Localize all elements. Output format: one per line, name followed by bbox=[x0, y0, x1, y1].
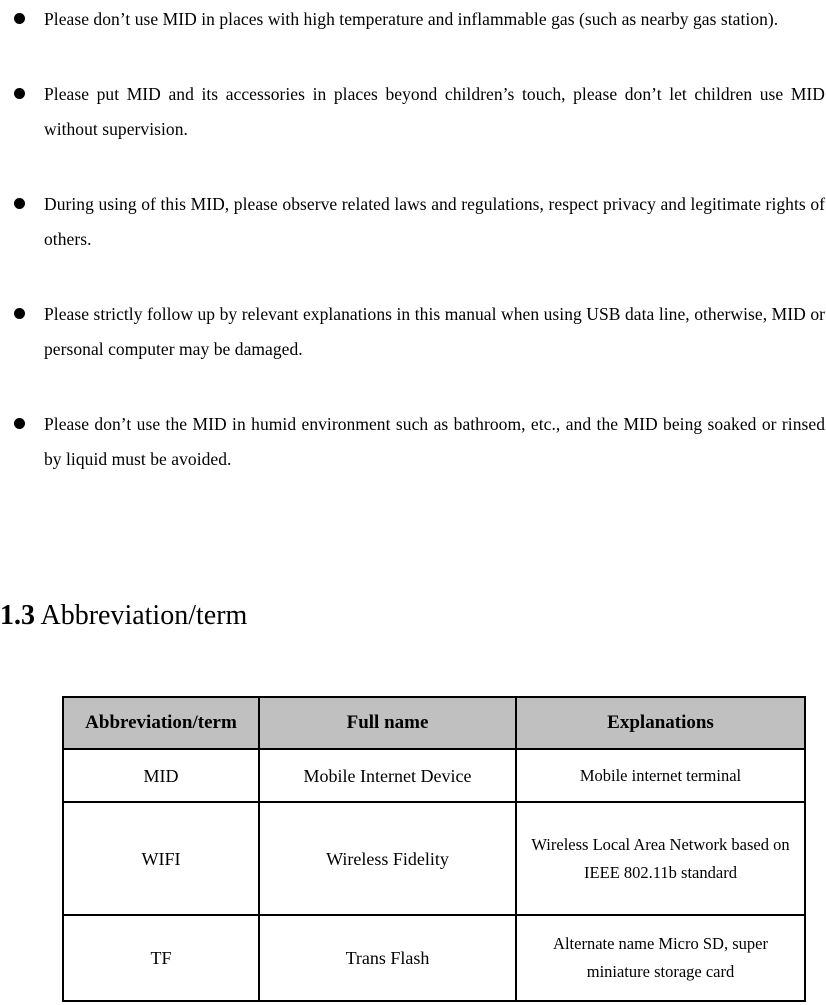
list-item: Please put MID and its accessories in pl… bbox=[0, 77, 826, 147]
bullet-dot-icon bbox=[14, 198, 25, 209]
bullet-text: Please put MID and its accessories in pl… bbox=[44, 84, 825, 139]
bullet-text: Please strictly follow up by relevant ex… bbox=[44, 304, 825, 359]
cell-explanation: Alternate name Micro SD, super miniature… bbox=[517, 916, 806, 1002]
bullet-dot-icon bbox=[14, 418, 25, 429]
cell-full-name: Trans Flash bbox=[260, 916, 517, 1002]
table-header: Abbreviation/term Full name Explanations bbox=[64, 698, 806, 750]
cell-abbreviation: TF bbox=[64, 916, 260, 1002]
table-header-row: Abbreviation/term Full name Explanations bbox=[64, 698, 806, 750]
column-header-abbreviation: Abbreviation/term bbox=[64, 698, 260, 750]
document-page: Please don’t use MID in places with high… bbox=[0, 2, 826, 1005]
bullet-text: During using of this MID, please observe… bbox=[44, 194, 825, 249]
column-header-explanations: Explanations bbox=[517, 698, 806, 750]
abbreviation-table-container: Abbreviation/term Full name Explanations… bbox=[62, 696, 806, 1002]
list-item: During using of this MID, please observe… bbox=[0, 187, 826, 257]
section-heading: 1.3 Abbreviation/term bbox=[0, 598, 247, 634]
table-body: MID Mobile Internet Device Mobile intern… bbox=[64, 750, 806, 1002]
bullet-dot-icon bbox=[14, 88, 25, 99]
bullet-dot-icon bbox=[14, 308, 25, 319]
list-item: Please strictly follow up by relevant ex… bbox=[0, 297, 826, 367]
cell-abbreviation: WIFI bbox=[64, 803, 260, 916]
abbreviation-table: Abbreviation/term Full name Explanations… bbox=[62, 696, 806, 1002]
list-item: Please don’t use MID in places with high… bbox=[0, 2, 826, 37]
bullet-dot-icon bbox=[14, 13, 25, 24]
section-title: Abbreviation/term bbox=[40, 600, 248, 631]
table-row: WIFI Wireless Fidelity Wireless Local Ar… bbox=[64, 803, 806, 916]
table-row: TF Trans Flash Alternate name Micro SD, … bbox=[64, 916, 806, 1002]
cell-explanation: Mobile internet terminal bbox=[517, 750, 806, 803]
bullet-text: Please don’t use the MID in humid enviro… bbox=[44, 414, 825, 469]
cell-explanation: Wireless Local Area Network based on IEE… bbox=[517, 803, 806, 916]
safety-bullet-list: Please don’t use MID in places with high… bbox=[0, 2, 826, 477]
cell-full-name: Wireless Fidelity bbox=[260, 803, 517, 916]
cell-full-name: Mobile Internet Device bbox=[260, 750, 517, 803]
list-item: Please don’t use the MID in humid enviro… bbox=[0, 407, 826, 477]
bullet-text: Please don’t use MID in places with high… bbox=[44, 9, 779, 29]
section-number: 1.3 bbox=[0, 600, 35, 631]
cell-abbreviation: MID bbox=[64, 750, 260, 803]
table-row: MID Mobile Internet Device Mobile intern… bbox=[64, 750, 806, 803]
column-header-full-name: Full name bbox=[260, 698, 517, 750]
